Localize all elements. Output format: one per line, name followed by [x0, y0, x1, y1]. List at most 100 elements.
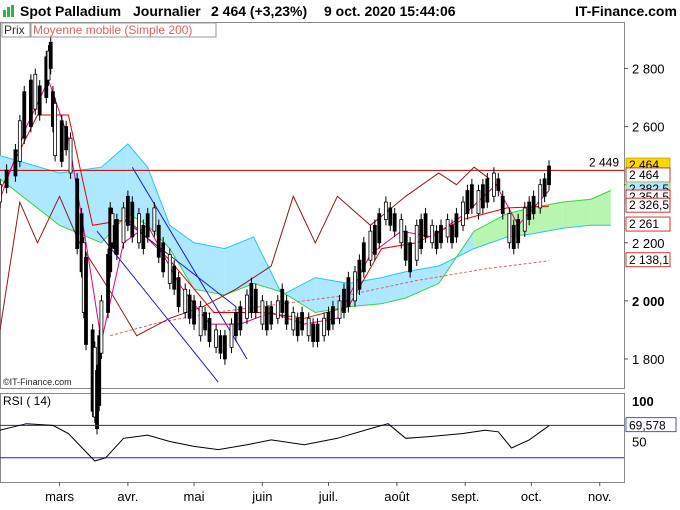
- price-bar: [399, 219, 404, 244]
- price-bar: [203, 312, 207, 331]
- price-bar: [337, 300, 342, 319]
- price-chart: 2 449 Prix Moyenne mobile (Simple 200) ©IT-…: [0, 22, 677, 504]
- price-bar: [152, 207, 157, 232]
- price-bar: [531, 195, 536, 215]
- price-bar: [99, 300, 104, 354]
- price-bar: [291, 312, 296, 331]
- price-bar: [172, 265, 177, 290]
- price-bar: [311, 323, 316, 342]
- price-bar: [238, 306, 243, 331]
- rsi-axis-label: 50: [632, 435, 646, 450]
- price-bar: [372, 224, 377, 255]
- price-bar: [280, 288, 285, 313]
- watermark: ©IT-Finance.com: [3, 377, 72, 387]
- kumo-cloud-segment: [562, 199, 591, 229]
- price-bar: [423, 213, 428, 238]
- price-bar: [377, 213, 382, 244]
- price-bar: [218, 335, 223, 354]
- price-bar: [176, 277, 181, 308]
- time-axis-label: sept.: [451, 489, 479, 504]
- price-bar: [59, 120, 64, 162]
- price-bar: [353, 271, 357, 302]
- price-bar: [383, 201, 388, 220]
- price-bar: [114, 219, 119, 255]
- rsi-value-label: 69,578: [629, 419, 666, 433]
- price-bar: [28, 79, 33, 127]
- price-bar: [0, 184, 2, 203]
- price-bar: [315, 323, 320, 342]
- price-bar: [125, 195, 130, 226]
- price-bar: [542, 178, 547, 197]
- price-bar: [48, 41, 53, 69]
- price-axis-label: 2 800: [632, 61, 665, 76]
- price-bar: [306, 317, 311, 337]
- price-bar: [121, 207, 126, 244]
- price-bar: [245, 294, 249, 319]
- price-bar: [430, 224, 435, 244]
- time-axis-label: oct.: [521, 489, 542, 504]
- price-bar: [465, 190, 470, 215]
- price-bar: [408, 242, 413, 273]
- price-bar: [198, 306, 203, 337]
- price-bar: [17, 120, 22, 162]
- price-bar: [547, 165, 551, 186]
- price-axis-label: 2 600: [632, 120, 665, 135]
- time-axis-label: juin: [251, 489, 272, 504]
- price-bar: [300, 312, 304, 331]
- rsi-legend: RSI ( 14): [3, 394, 51, 408]
- price-bar: [368, 230, 373, 261]
- price-bar: [84, 256, 88, 345]
- price-bar: [13, 149, 18, 177]
- price-bar: [414, 224, 419, 261]
- time-axis-label: nov.: [588, 489, 612, 504]
- time-axis-label: mars: [45, 489, 74, 504]
- price-bar: [192, 300, 196, 325]
- price-bar: [445, 219, 450, 238]
- price-bar: [496, 178, 501, 191]
- price-bar: [234, 312, 238, 337]
- price-bar: [253, 288, 258, 313]
- price-bar: [53, 102, 58, 157]
- price-bar: [461, 201, 465, 226]
- price-bar: [516, 219, 521, 244]
- price-bar: [64, 126, 69, 151]
- price-bar: [183, 288, 188, 313]
- price-bar: [388, 207, 393, 226]
- price-bar: [295, 317, 300, 337]
- price-bar: [434, 230, 439, 249]
- resistance-line-label: 2 449: [589, 155, 619, 169]
- price-bar: [538, 184, 543, 209]
- price-bar: [130, 201, 135, 238]
- price-bar: [4, 169, 9, 188]
- price-bar: [223, 335, 227, 360]
- price-bar: [450, 224, 454, 244]
- price-bar: [331, 306, 335, 325]
- price-bar: [469, 184, 474, 209]
- price-bar: [511, 224, 516, 249]
- price-bar: [264, 306, 269, 331]
- price-bar: [522, 207, 527, 232]
- price-tag-label: 2 261: [629, 217, 659, 231]
- time-axis-label: avr.: [117, 489, 138, 504]
- price-bar: [187, 294, 192, 319]
- price-bar: [33, 73, 38, 110]
- price-bar: [342, 288, 346, 313]
- price-bar: [214, 329, 218, 348]
- price-bar: [480, 184, 485, 209]
- price-bar: [485, 178, 490, 203]
- price-tag-label: 2 464: [629, 168, 659, 182]
- price-bar: [161, 242, 166, 273]
- price-bar: [361, 242, 366, 273]
- price-bar: [492, 172, 496, 197]
- price-axis-label: 2 000: [632, 294, 665, 309]
- price-bar: [260, 300, 265, 325]
- price-bar: [439, 224, 443, 244]
- price-bar: [229, 323, 234, 348]
- price-bar: [68, 137, 73, 174]
- price-bar: [322, 317, 327, 337]
- price-bar: [527, 201, 532, 220]
- price-bar: [137, 213, 141, 244]
- price-bar: [37, 85, 42, 116]
- rsi-axis-label: 100: [632, 394, 654, 409]
- price-bar: [507, 213, 512, 244]
